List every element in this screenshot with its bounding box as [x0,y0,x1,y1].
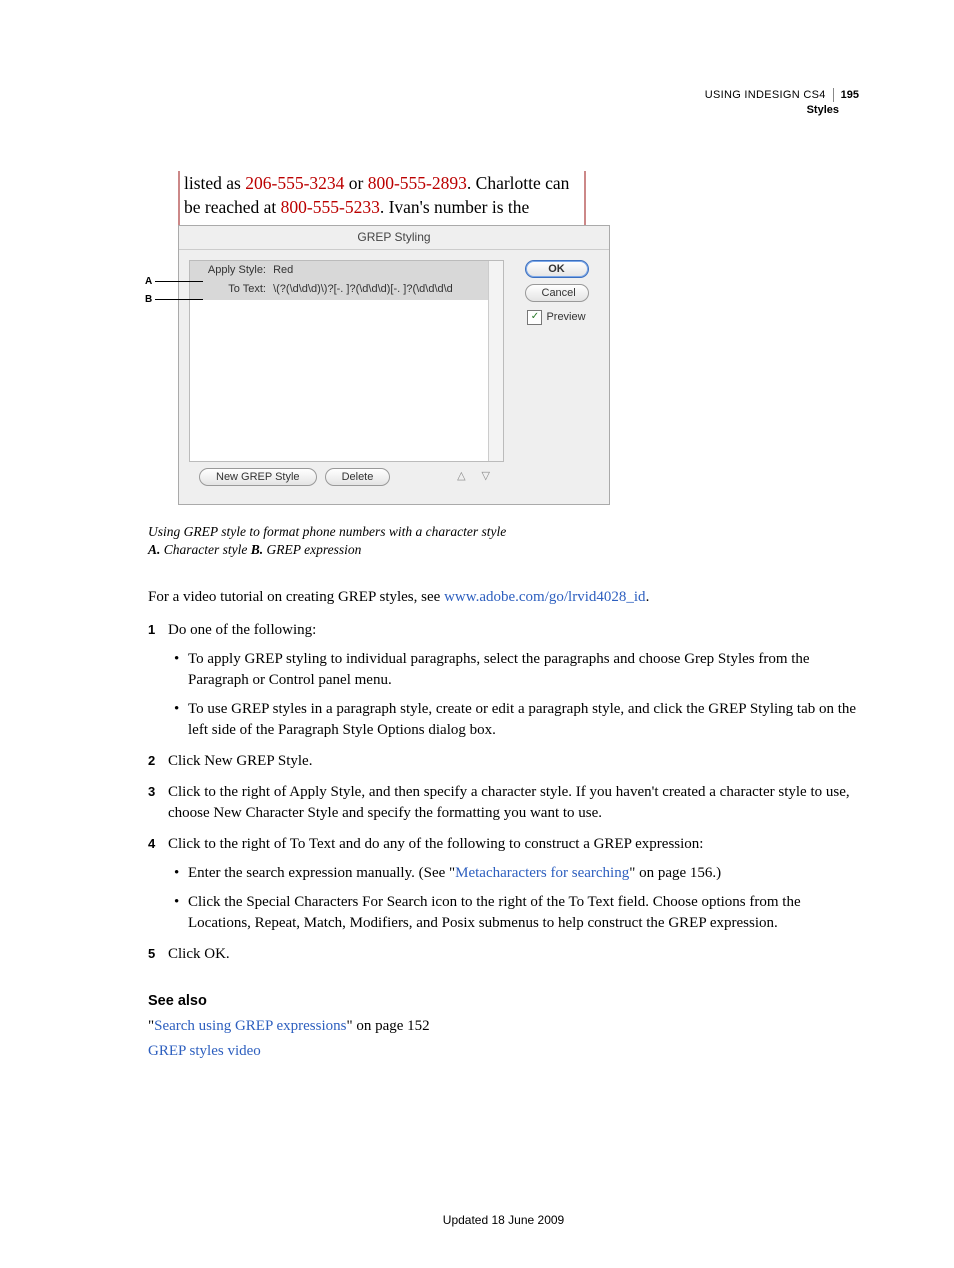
figure-block: listed as 206-555-3234 or 800-555-2893 . … [148,171,613,559]
caption-b-bold: B. [251,542,263,557]
steps-list: Do one of the following: To apply GREP s… [148,620,859,965]
callout-a-label: A [145,275,152,289]
grep-styling-dialog: GREP Styling Apply Style: Red To Text: \… [178,225,610,505]
step-1-bullet-2: To use GREP styles in a paragraph style,… [188,699,859,741]
header-separator [833,88,834,102]
step-4-bullet-1: Enter the search expression manually. (S… [188,863,859,884]
header-page-number: 195 [841,88,859,103]
step-1: Do one of the following: To apply GREP s… [148,620,859,741]
sample-text: listed as 206-555-3234 or 800-555-2893 . … [178,171,586,225]
step-4: Click to the right of To Text and do any… [148,834,859,934]
header-doc-title: USING INDESIGN CS4 [705,88,826,103]
grep-style-list[interactable]: Apply Style: Red To Text: \(?(\d\d\d)\)?… [189,260,504,462]
page-footer: Updated 18 June 2009 [148,1212,859,1229]
caption-a-text: Character style [160,542,250,557]
caption-line1: Using GREP style to format phone numbers… [148,523,613,541]
delete-button[interactable]: Delete [325,468,391,486]
header-section: Styles [705,103,839,118]
sample-prefix: listed as [184,173,245,193]
ok-button[interactable]: OK [525,260,589,278]
see-also-1-after: " on page 152 [346,1018,429,1034]
caption-a-bold: A. [148,542,160,557]
caption-b-text: GREP expression [263,542,361,557]
move-up-icon[interactable]: △ [453,469,469,484]
sample-phone-1: 206-555-3234 [245,173,344,193]
intro-paragraph: For a video tutorial on creating GREP st… [148,587,859,608]
intro-before: For a video tutorial on creating GREP st… [148,589,444,605]
apply-style-label: Apply Style: [196,263,266,278]
callout-b-label: B [145,293,152,307]
see-also-line-1: "Search using GREP expressions" on page … [148,1016,859,1037]
intro-after: . [646,589,650,605]
step-4-text: Click to the right of To Text and do any… [168,836,703,852]
intro-video-link[interactable]: www.adobe.com/go/lrvid4028_id [444,589,646,605]
grep-styles-video-link[interactable]: GREP styles video [148,1043,261,1059]
preview-label: Preview [546,310,585,325]
dialog-title: GREP Styling [179,226,609,249]
sample-phone-2: 800-555-2893 [368,173,467,193]
sample-phone-3: 800-555-5233 [281,197,380,217]
step-1-bullet-1: To apply GREP styling to individual para… [188,649,859,691]
sample-suffix: . Ivan's number is the [380,197,529,217]
grep-row-apply-style[interactable]: Apply Style: Red [190,261,503,280]
cancel-button[interactable]: Cancel [525,284,589,302]
see-also-line-2: GREP styles video [148,1041,859,1062]
search-grep-link[interactable]: Search using GREP expressions [154,1018,346,1034]
step-5: Click OK. [148,944,859,965]
grep-row-to-text[interactable]: To Text: \(?(\d\d\d)\)?[-. ]?(\d\d\d)[-.… [190,280,503,299]
sample-mid1: or [344,173,367,193]
metacharacters-link[interactable]: Metacharacters for searching [455,865,629,881]
step-4b1-after: " on page 156.) [629,865,721,881]
preview-checkbox[interactable]: ✓ [527,310,542,325]
new-grep-style-button[interactable]: New GREP Style [199,468,317,486]
to-text-label: To Text: [196,282,266,297]
see-also-heading: See also [148,991,859,1011]
step-4b1-before: Enter the search expression manually. (S… [188,865,455,881]
scrollbar[interactable] [488,261,503,461]
apply-style-value: Red [273,264,293,276]
step-2: Click New GREP Style. [148,751,859,772]
to-text-value: \(?(\d\d\d)\)?[-. ]?(\d\d\d)[-. ]?(\d\d\… [273,283,453,295]
move-down-icon[interactable]: ▽ [478,469,494,484]
step-4-bullet-2: Click the Special Characters For Search … [188,892,859,934]
figure-caption: Using GREP style to format phone numbers… [148,523,613,559]
step-3: Click to the right of Apply Style, and t… [148,782,859,824]
step-1-text: Do one of the following: [168,622,316,638]
running-header: USING INDESIGN CS4 195 Styles [705,88,859,118]
